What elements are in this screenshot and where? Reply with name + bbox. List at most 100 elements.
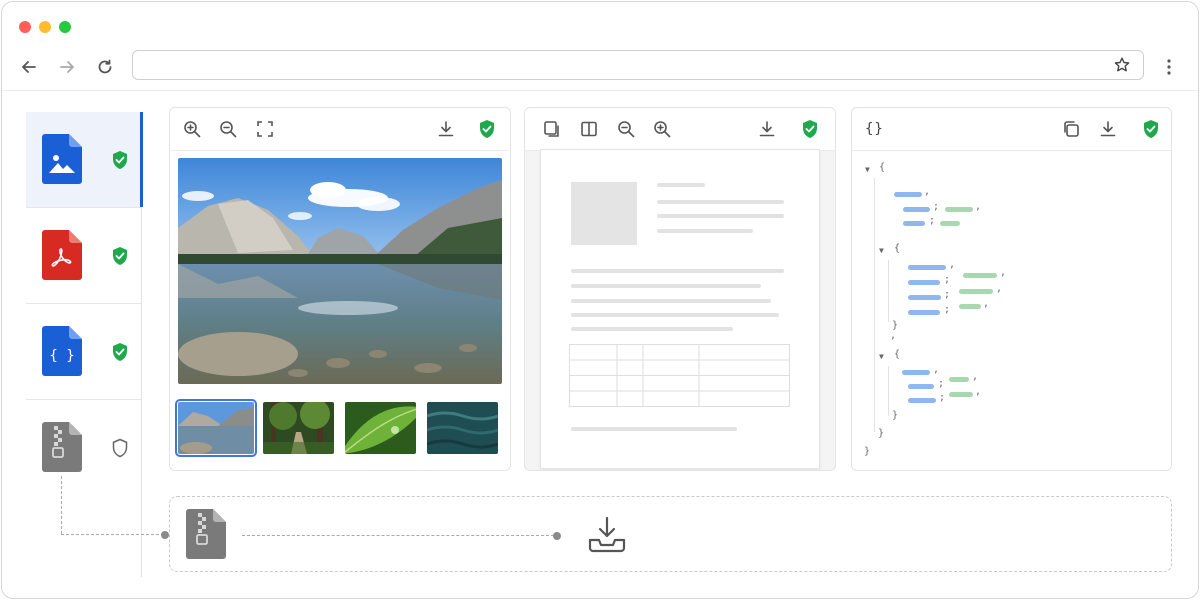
- download-button[interactable]: [436, 119, 456, 139]
- maximize-window-button[interactable]: [59, 21, 71, 33]
- connector-node: [553, 532, 561, 540]
- connector-line: [61, 534, 164, 535]
- json-key: [908, 295, 941, 300]
- json-comma: ,: [933, 364, 940, 375]
- json-colon: ;: [933, 201, 940, 212]
- download-button[interactable]: [1098, 119, 1118, 139]
- copy-button[interactable]: [1061, 119, 1081, 139]
- back-button[interactable]: [18, 56, 40, 78]
- json-value: [949, 377, 969, 382]
- forward-button[interactable]: [56, 56, 78, 78]
- file-sidebar: { }: [26, 112, 143, 577]
- sidebar-item-image[interactable]: [26, 112, 143, 207]
- pdf-text-line: [571, 313, 779, 317]
- json-colon: ;: [939, 392, 946, 403]
- sidebar-item-zip[interactable]: [26, 400, 141, 495]
- json-colon: ;: [929, 215, 936, 226]
- copy-icon: [1064, 121, 1079, 137]
- json-key: [908, 265, 946, 270]
- json-tree: ▼ { , ; , ; ▼ { , , ; , ; ; ,} , ▼ {, …: [852, 160, 1171, 460]
- sidebar-item-pdf[interactable]: [26, 208, 141, 303]
- thumbnail-green-leaf[interactable]: [345, 402, 416, 454]
- address-input[interactable]: [143, 51, 1107, 79]
- browser-menu-button[interactable]: [1158, 56, 1180, 78]
- zoom-in-button[interactable]: [652, 119, 672, 139]
- json-key: [908, 398, 936, 403]
- pdf-text-line: [571, 427, 737, 431]
- json-value: [949, 392, 973, 397]
- zip-archive-icon: [186, 509, 226, 559]
- json-value: [959, 304, 981, 309]
- download-button[interactable]: [757, 119, 777, 139]
- verified-shield-icon: [803, 120, 817, 138]
- pdf-text-line: [571, 284, 761, 288]
- pdf-text-line: [657, 214, 784, 218]
- download-icon: [438, 121, 454, 137]
- two-page-icon: [581, 121, 597, 137]
- connector-line: [242, 535, 554, 536]
- zoom-out-icon: [618, 121, 635, 138]
- sidebar-item-json[interactable]: { }: [26, 304, 141, 399]
- pdf-page: [541, 150, 819, 468]
- json-colon: ;: [944, 274, 951, 285]
- connector-node: [161, 531, 169, 539]
- json-brace-close: }: [864, 446, 871, 457]
- verified-badge: [800, 119, 820, 139]
- zoom-out-button[interactable]: [218, 119, 238, 139]
- bookmark-star-icon[interactable]: [1113, 56, 1131, 79]
- close-window-button[interactable]: [19, 21, 31, 33]
- json-brace-open: {: [894, 243, 901, 254]
- collapse-toggle[interactable]: ▼: [879, 352, 884, 361]
- json-comma: ,: [996, 283, 1003, 294]
- pdf-text-line: [571, 299, 771, 303]
- back-arrow-icon: [22, 61, 36, 73]
- thumbnail-forest-path[interactable]: [263, 402, 334, 454]
- zip-archive-icon: [42, 422, 82, 472]
- page-thumbnails-button[interactable]: [542, 119, 562, 139]
- image-viewer-panel: [169, 107, 511, 471]
- two-page-view-button[interactable]: [579, 119, 599, 139]
- connector-line: [61, 476, 62, 534]
- pdf-text-line: [657, 229, 753, 233]
- json-brace-close: }: [892, 410, 899, 421]
- indent-guide: [888, 260, 889, 322]
- pdf-text-line: [657, 183, 705, 187]
- json-colon: ;: [944, 304, 951, 315]
- indent-guide: [874, 178, 875, 432]
- thumbnail-mountain-lake[interactable]: [175, 399, 257, 457]
- green-leaf-thumbnail: [345, 402, 416, 454]
- image-viewer-toolbar: [170, 108, 510, 151]
- download-icon: [1100, 121, 1116, 137]
- collapse-toggle[interactable]: ▼: [865, 165, 870, 174]
- fullscreen-button[interactable]: [255, 119, 275, 139]
- zoom-in-button[interactable]: [182, 119, 202, 139]
- minimize-window-button[interactable]: [39, 21, 51, 33]
- json-file-icon: { }: [42, 326, 82, 376]
- json-key: [908, 384, 934, 389]
- verified-badge: [477, 119, 497, 139]
- reload-icon: [98, 59, 112, 74]
- mountain-lake-image: [178, 158, 502, 384]
- pdf-image-placeholder: [571, 182, 637, 245]
- extraction-drop-zone[interactable]: [169, 496, 1172, 572]
- address-bar[interactable]: [132, 50, 1144, 80]
- json-comma: ,: [975, 201, 982, 212]
- pdf-text-line: [571, 269, 784, 273]
- forward-arrow-icon: [60, 61, 74, 73]
- image-file-icon: [42, 134, 82, 184]
- thumbnail-ocean-water[interactable]: [427, 402, 498, 454]
- zoom-out-button[interactable]: [616, 119, 636, 139]
- json-key: [908, 310, 940, 315]
- verified-shield-icon: [113, 151, 127, 169]
- json-value: [940, 221, 960, 226]
- zoom-out-icon: [220, 121, 237, 138]
- download-tray-icon: [588, 516, 626, 553]
- collapse-toggle[interactable]: ▼: [879, 246, 884, 255]
- json-comma: ,: [972, 371, 979, 382]
- browser-window: { } {} ▼ {, ; , ; ▼ {, , ; , ; ; ,} ,…: [1, 1, 1199, 599]
- json-viewer-toolbar: {}: [852, 108, 1171, 151]
- json-comma: ,: [924, 186, 931, 197]
- reload-button[interactable]: [94, 56, 116, 78]
- json-comma: ,: [975, 386, 982, 397]
- main-image-preview[interactable]: [178, 158, 502, 384]
